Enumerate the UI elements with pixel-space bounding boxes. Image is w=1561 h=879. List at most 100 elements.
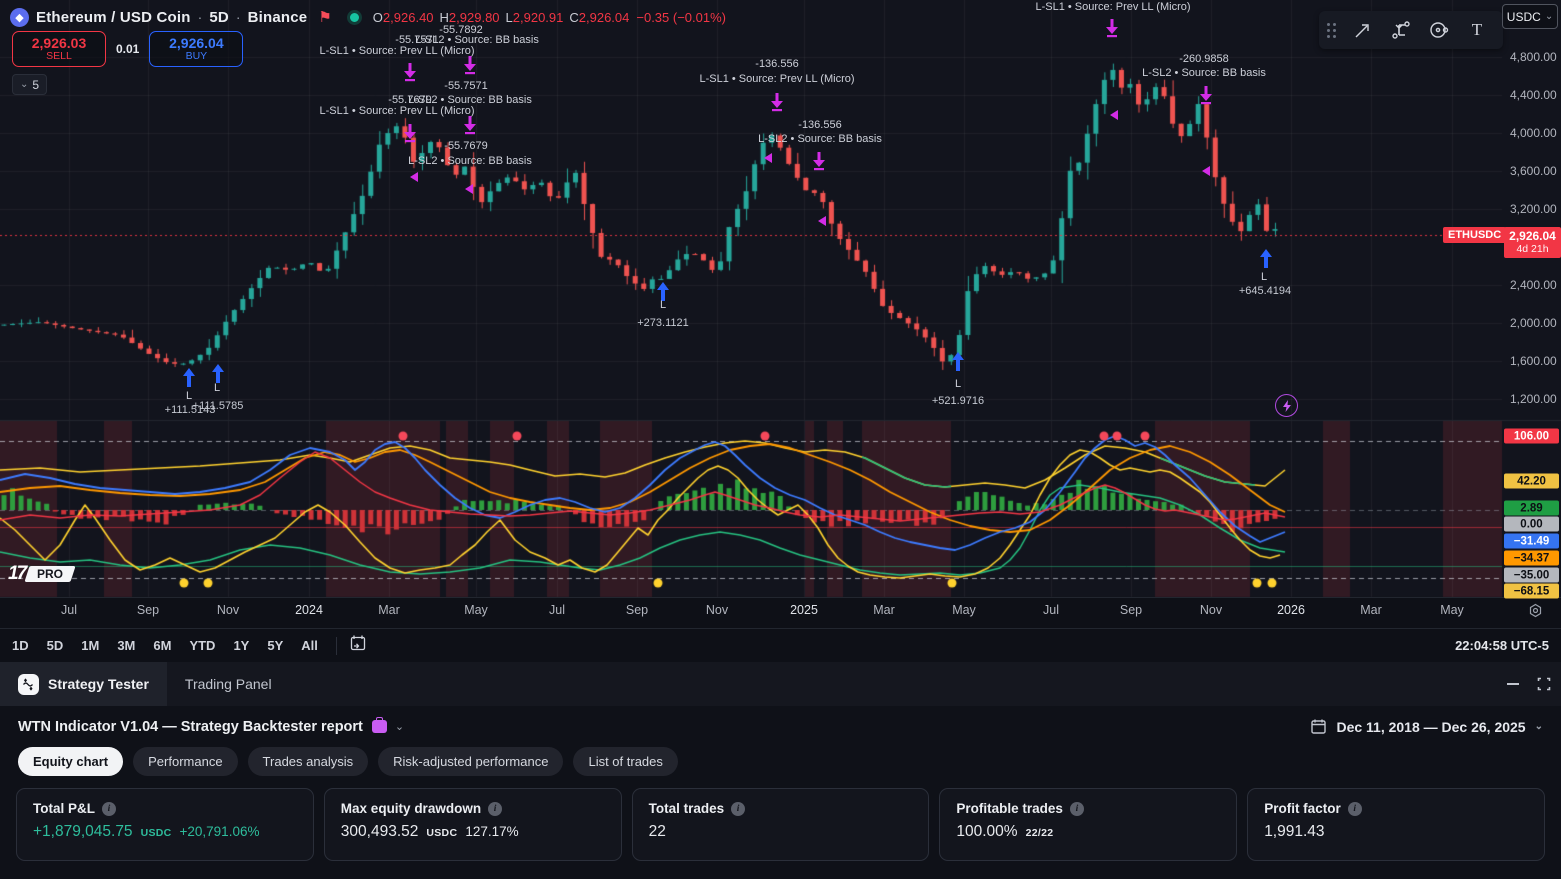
currency-toggle-button[interactable]: USDC ⌄ bbox=[1502, 4, 1558, 29]
time-axis-label[interactable]: 2025 bbox=[790, 603, 818, 617]
range-1d[interactable]: 1D bbox=[12, 638, 29, 653]
info-icon[interactable]: i bbox=[488, 802, 502, 816]
signal-triangle-icon bbox=[465, 184, 473, 194]
time-axis-label[interactable]: May bbox=[464, 603, 488, 617]
buy-button[interactable]: 2,926.04 BUY bbox=[149, 31, 243, 67]
range-6m[interactable]: 6M bbox=[153, 638, 171, 653]
tab-list-of-trades[interactable]: List of trades bbox=[573, 747, 677, 776]
price-axis-label[interactable]: 3,200.00 bbox=[1510, 202, 1557, 216]
time-axis-label[interactable]: Nov bbox=[706, 603, 728, 617]
range-3m[interactable]: 3M bbox=[117, 638, 135, 653]
tab-risk-adjusted[interactable]: Risk-adjusted performance bbox=[378, 747, 563, 776]
time-axis-label[interactable]: Mar bbox=[873, 603, 895, 617]
range-5y[interactable]: 5Y bbox=[267, 638, 283, 653]
lightning-icon[interactable] bbox=[1275, 394, 1298, 417]
exchange-name[interactable]: Binance bbox=[248, 9, 308, 26]
buy-signal-arrow-icon[interactable] bbox=[951, 352, 965, 376]
price-range-tool-icon[interactable] bbox=[1388, 17, 1414, 43]
briefcase-icon[interactable] bbox=[372, 720, 387, 733]
tab-trades-analysis[interactable]: Trades analysis bbox=[248, 747, 369, 776]
price-axis-label[interactable]: 1,600.00 bbox=[1510, 354, 1557, 368]
bar-countdown: 4d 21h bbox=[1504, 243, 1561, 255]
collapsed-indicators-chip[interactable]: ⌄ 5 bbox=[12, 74, 47, 95]
sell-signal-arrow-icon[interactable] bbox=[463, 56, 478, 81]
range-1y[interactable]: 1Y bbox=[233, 638, 249, 653]
sell-button[interactable]: 2,926.03 SELL bbox=[12, 31, 106, 67]
price-axis-label[interactable]: 4,400.00 bbox=[1510, 88, 1557, 102]
timeframe[interactable]: 5D bbox=[209, 9, 229, 26]
total-pnl-card: Total P&Li +1,879,045.75USDC+20,791.06% bbox=[16, 788, 314, 861]
tab-equity-chart[interactable]: Equity chart bbox=[18, 747, 123, 776]
time-axis-label[interactable]: Nov bbox=[217, 603, 239, 617]
separator-dot: · bbox=[198, 9, 203, 25]
chevron-down-icon[interactable]: ⌄ bbox=[395, 720, 404, 733]
time-axis-label[interactable]: 2026 bbox=[1277, 603, 1305, 617]
sell-signal-arrow-icon[interactable] bbox=[403, 124, 418, 149]
tradingview-watermark: 17 PRO bbox=[8, 563, 73, 585]
total-trades-card: Total tradesi 22 bbox=[632, 788, 930, 861]
symbol-name[interactable]: Ethereum / USD Coin bbox=[36, 9, 191, 26]
date-range-picker[interactable]: Dec 11, 2018 — Dec 26, 2025 ⌄ bbox=[1310, 718, 1543, 735]
time-axis-label[interactable]: May bbox=[1440, 603, 1464, 617]
text-tool-icon[interactable]: T bbox=[1464, 17, 1490, 43]
time-axis-label[interactable]: Sep bbox=[626, 603, 648, 617]
go-to-date-icon[interactable] bbox=[349, 634, 367, 657]
tab-performance[interactable]: Performance bbox=[133, 747, 237, 776]
circle-tool-icon[interactable] bbox=[1426, 17, 1452, 43]
sell-signal-arrow-icon[interactable] bbox=[770, 93, 785, 118]
price-axis-label[interactable]: 1,200.00 bbox=[1510, 392, 1557, 406]
order-buttons: 2,926.03 SELL 0.01 2,926.04 BUY bbox=[12, 31, 243, 67]
price-axis-label[interactable]: 2,400.00 bbox=[1510, 278, 1557, 292]
chart-annotation-label: L bbox=[955, 378, 961, 390]
market-status-icon[interactable] bbox=[347, 10, 362, 25]
report-title[interactable]: WTN Indicator V1.04 — Strategy Backteste… bbox=[18, 719, 363, 735]
sell-signal-arrow-icon[interactable] bbox=[812, 152, 827, 177]
sell-signal-arrow-icon[interactable] bbox=[1105, 19, 1120, 44]
info-icon[interactable]: i bbox=[102, 802, 116, 816]
time-axis-label[interactable]: Mar bbox=[1360, 603, 1382, 617]
buy-signal-arrow-icon[interactable] bbox=[1259, 249, 1273, 273]
indicator-value-badge: 106.00 bbox=[1504, 429, 1559, 444]
flag-icon[interactable]: ⚑ bbox=[318, 8, 331, 26]
separator-dot: · bbox=[236, 9, 241, 25]
sell-signal-arrow-icon[interactable] bbox=[1199, 86, 1214, 111]
range-1m[interactable]: 1M bbox=[81, 638, 99, 653]
time-axis-label[interactable]: Nov bbox=[1200, 603, 1222, 617]
time-axis-label[interactable]: Mar bbox=[378, 603, 400, 617]
arrow-tool-icon[interactable] bbox=[1350, 17, 1376, 43]
time-axis-label[interactable]: Jul bbox=[61, 603, 77, 617]
range-5d[interactable]: 5D bbox=[47, 638, 64, 653]
stats-cards: Total P&Li +1,879,045.75USDC+20,791.06% … bbox=[0, 782, 1561, 861]
tab-strategy-tester[interactable]: Strategy Tester bbox=[0, 662, 167, 706]
tab-trading-panel[interactable]: Trading Panel bbox=[167, 662, 290, 706]
time-axis-label[interactable]: Sep bbox=[137, 603, 159, 617]
buy-signal-arrow-icon[interactable] bbox=[182, 368, 196, 392]
minimize-panel-icon[interactable] bbox=[1507, 683, 1519, 685]
range-ytd[interactable]: YTD bbox=[189, 638, 215, 653]
price-axis-label[interactable]: 3,600.00 bbox=[1510, 164, 1557, 178]
sell-signal-arrow-icon[interactable] bbox=[463, 116, 478, 141]
time-axis-label[interactable]: 2024 bbox=[295, 603, 323, 617]
clock[interactable]: 22:04:58 UTC-5 bbox=[1455, 638, 1549, 653]
range-all[interactable]: All bbox=[301, 638, 318, 653]
info-icon[interactable]: i bbox=[1070, 802, 1084, 816]
sell-signal-arrow-icon[interactable] bbox=[403, 63, 418, 88]
time-axis-label[interactable]: Jul bbox=[549, 603, 565, 617]
price-axis-label[interactable]: 4,800.00 bbox=[1510, 50, 1557, 64]
maximize-panel-icon[interactable] bbox=[1537, 677, 1551, 691]
info-icon[interactable]: i bbox=[731, 802, 745, 816]
time-axis-label[interactable]: May bbox=[952, 603, 976, 617]
signal-triangle-icon bbox=[410, 172, 418, 182]
range-toolbar: 1D 5D 1M 3M 6M YTD 1Y 5Y All 22:04:58 UT… bbox=[0, 628, 1561, 662]
price-axis-label[interactable]: 4,000.00 bbox=[1510, 126, 1557, 140]
indicator-value-badge: 2.89 bbox=[1504, 501, 1559, 516]
axis-settings-icon[interactable] bbox=[1528, 603, 1543, 623]
time-axis-label[interactable]: Sep bbox=[1120, 603, 1142, 617]
drag-handle-icon[interactable] bbox=[1327, 23, 1336, 38]
time-axis-label[interactable]: Jul bbox=[1043, 603, 1059, 617]
price-axis-label[interactable]: 2,000.00 bbox=[1510, 316, 1557, 330]
signal-triangle-icon bbox=[1202, 166, 1210, 176]
symbol-price-label: ETHUSDC bbox=[1443, 227, 1506, 243]
chart-annotation-label: +111.5785 bbox=[193, 400, 244, 412]
info-icon[interactable]: i bbox=[1348, 802, 1362, 816]
